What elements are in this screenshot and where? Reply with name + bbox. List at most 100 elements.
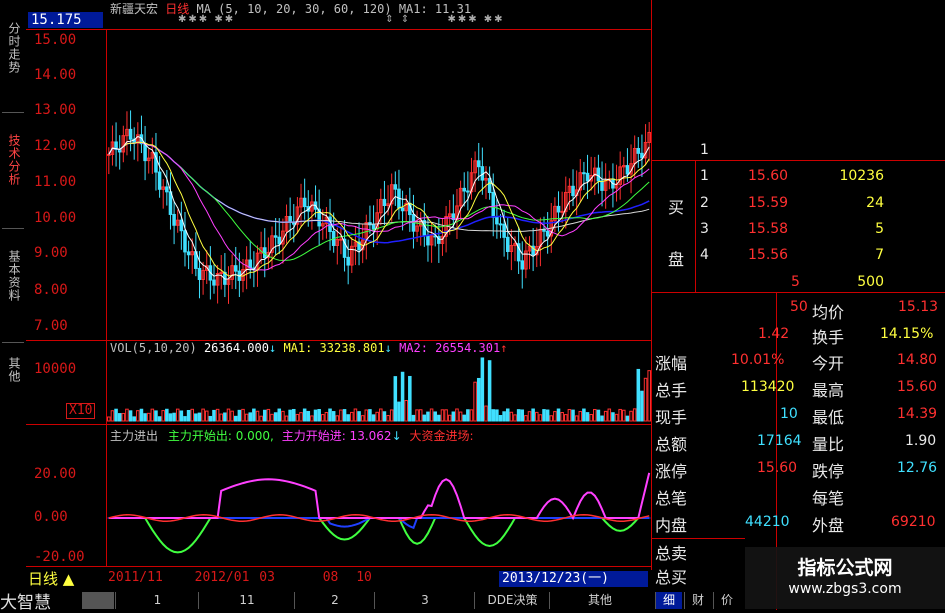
volume-bar bbox=[219, 413, 224, 422]
ma5-line bbox=[108, 135, 650, 280]
volume-bar bbox=[368, 409, 372, 422]
volume-bar bbox=[259, 415, 263, 422]
volume-bar bbox=[212, 409, 216, 422]
volume-bar bbox=[353, 408, 358, 422]
tab-fundamentals[interactable]: 基本资料 bbox=[3, 236, 21, 316]
candle-body bbox=[107, 153, 111, 156]
stat-label: 涨停 bbox=[655, 462, 688, 481]
volume-bar bbox=[208, 415, 213, 422]
price-tick: 9.00 bbox=[34, 245, 68, 261]
date-tick: 2012/01 bbox=[194, 570, 250, 585]
tab-price[interactable]: 价 bbox=[713, 592, 740, 609]
bottom-tab[interactable]: 其他 bbox=[549, 592, 650, 609]
volume-bar bbox=[596, 409, 601, 422]
volume-bar bbox=[560, 412, 564, 422]
indicator-header: 主力进出 主力开始出: 0.000, 主力开始进: 13.062↓ 大资金进场: bbox=[110, 429, 474, 443]
selected-date-box: 2013/12/23(一) bbox=[499, 571, 648, 587]
bottom-tab[interactable]: DDE决策 bbox=[474, 592, 550, 609]
volume-bar bbox=[426, 411, 430, 422]
bottom-tab[interactable]: 11 bbox=[198, 592, 295, 609]
stat-label: 换手 bbox=[812, 328, 845, 347]
volume-bar bbox=[622, 409, 626, 422]
tab-other[interactable]: 其他 bbox=[3, 350, 21, 390]
volume-bar bbox=[600, 415, 604, 422]
volume-bar bbox=[371, 414, 376, 422]
level-volume: 5 bbox=[875, 221, 884, 237]
volume-unit: X10 bbox=[66, 403, 96, 419]
volume-bar bbox=[520, 409, 525, 422]
volume-bar bbox=[542, 409, 546, 422]
price-tick: 11.00 bbox=[34, 174, 77, 190]
pct-change-value: 10.01% bbox=[731, 352, 785, 368]
avg-price-value: 15.13 bbox=[898, 299, 939, 315]
low-value: 14.39 bbox=[897, 406, 938, 422]
volume-bar bbox=[375, 411, 379, 422]
volume-bar bbox=[455, 408, 459, 422]
volume-bar bbox=[273, 412, 278, 422]
volume-bar bbox=[447, 414, 452, 422]
bottom-tab[interactable]: 1 bbox=[115, 592, 199, 609]
tab-primary[interactable] bbox=[82, 592, 114, 609]
candlestick-chart[interactable] bbox=[107, 30, 651, 340]
tab-divider bbox=[2, 112, 24, 113]
volume-bar bbox=[538, 414, 543, 422]
candle-body bbox=[466, 190, 470, 193]
stat-label: 总卖 bbox=[655, 544, 688, 563]
volume-bar bbox=[462, 414, 466, 422]
volume-bar bbox=[165, 408, 169, 422]
stat-label: 今开 bbox=[812, 354, 845, 373]
volume-bar bbox=[128, 410, 133, 422]
volume-bar bbox=[175, 408, 180, 422]
volume-bar bbox=[313, 409, 318, 422]
volume-bar bbox=[117, 413, 122, 422]
candle-body bbox=[600, 180, 604, 191]
candle-body bbox=[560, 210, 564, 213]
tab-technical-analysis[interactable]: 技术分析 bbox=[3, 120, 21, 200]
volume-bar bbox=[223, 412, 227, 422]
volume-bar bbox=[284, 415, 289, 422]
volume-bar bbox=[451, 411, 456, 422]
candle-body bbox=[339, 238, 343, 241]
triangle-up-icon: ▲ bbox=[62, 570, 75, 588]
price-tick: 10.00 bbox=[34, 210, 77, 226]
volume-bar bbox=[306, 410, 311, 422]
candle-body bbox=[172, 213, 176, 226]
tab-detail[interactable]: 细 bbox=[655, 592, 682, 609]
volume-bar bbox=[531, 408, 535, 422]
volume-bar bbox=[411, 414, 416, 422]
candle-body bbox=[426, 234, 430, 246]
volume-bar bbox=[150, 408, 155, 422]
volume-bar bbox=[625, 415, 630, 422]
volume-bar bbox=[143, 413, 147, 422]
candle-body bbox=[495, 216, 499, 225]
level-index: 1 bbox=[700, 168, 709, 184]
volume-bar bbox=[509, 411, 514, 422]
current-price-box: 15.175 bbox=[28, 12, 103, 28]
stat-label: 内盘 bbox=[655, 516, 688, 535]
stat-label: 外盘 bbox=[812, 516, 845, 535]
bottom-tab[interactable]: 2 bbox=[294, 592, 375, 609]
volume-bar bbox=[629, 410, 633, 422]
date-tick: 10 bbox=[356, 570, 372, 585]
high-value: 15.60 bbox=[897, 379, 938, 395]
bottom-tab[interactable]: 3 bbox=[374, 592, 475, 609]
volume-bar bbox=[379, 408, 383, 422]
candle-body bbox=[212, 279, 216, 286]
candle-body bbox=[571, 185, 575, 197]
volume-chart[interactable] bbox=[107, 355, 651, 423]
period-indicator[interactable]: 日线 ▲ bbox=[28, 568, 74, 589]
tab-intraday[interactable]: 分时走势 bbox=[3, 8, 21, 88]
volume-label: VOL(5,10,20) bbox=[110, 341, 197, 355]
quote-divider bbox=[652, 292, 945, 293]
volume-bar bbox=[324, 412, 329, 422]
volume-bar bbox=[582, 408, 586, 422]
period-text: 日线 bbox=[28, 570, 59, 588]
level-price: 15.59 bbox=[748, 195, 789, 211]
indicator-chart[interactable] bbox=[107, 445, 651, 565]
tab-divider bbox=[2, 342, 24, 343]
tab-finance[interactable]: 财 bbox=[684, 592, 711, 609]
volume-bar bbox=[473, 381, 477, 422]
watermark-title: 指标公式网 bbox=[797, 557, 893, 579]
watermark-badge: 指标公式网 www.zbgs3.com bbox=[745, 547, 945, 609]
volume-bar bbox=[397, 401, 401, 422]
